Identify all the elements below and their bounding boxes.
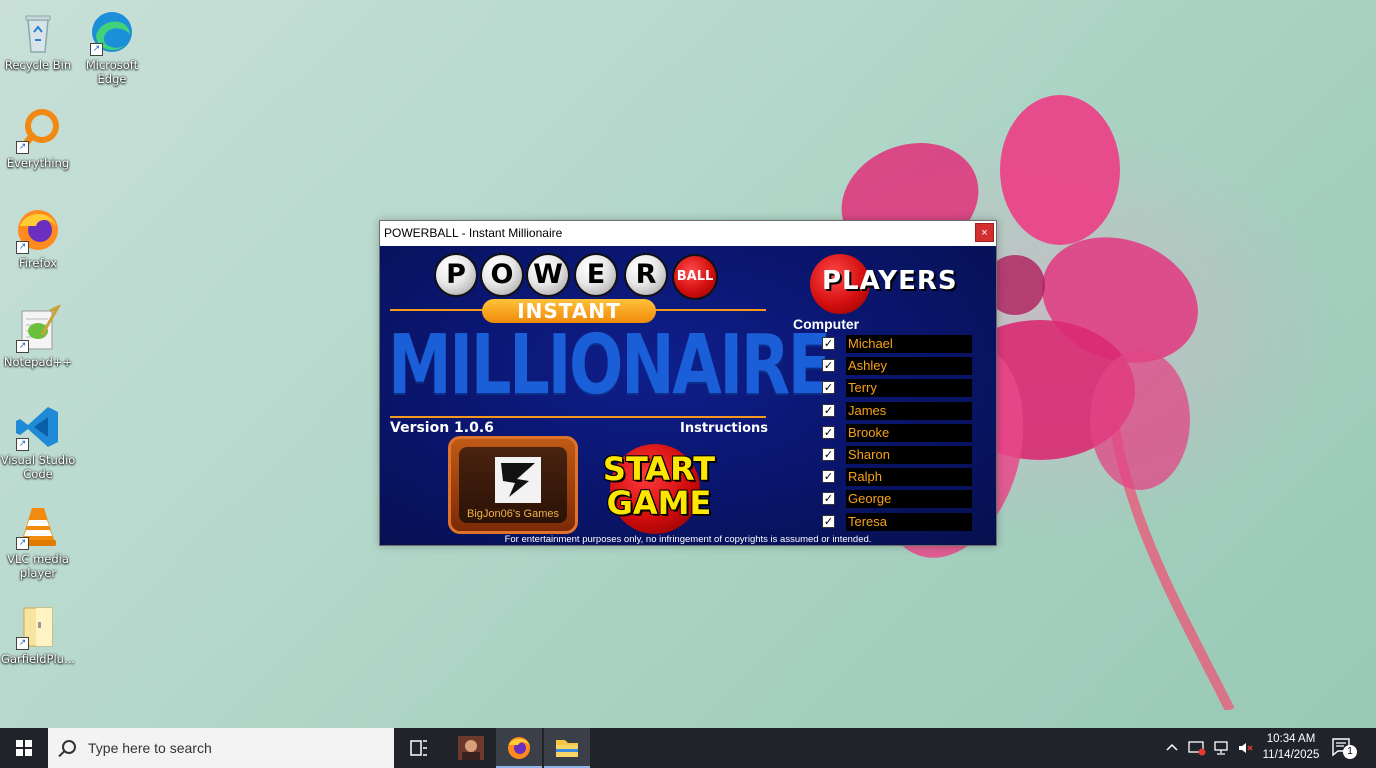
power-letter-ball: E <box>576 255 616 295</box>
taskbar: Type here to search 10:34 AM 11/14/2025 … <box>0 728 1376 768</box>
player-checkbox[interactable]: ✓ <box>822 515 835 528</box>
desktop-icon-vlc[interactable]: ↗ VLC media player <box>0 502 76 580</box>
notification-center-button[interactable]: 1 <box>1330 736 1360 760</box>
power-letter-ball: P <box>436 255 476 295</box>
player-name-field[interactable]: Terry <box>846 379 972 397</box>
player-row: ✓ Ashley <box>822 357 972 375</box>
firefox-icon: ↗ <box>14 206 62 254</box>
close-button[interactable]: × <box>975 223 994 242</box>
bigjon-logo-icon <box>495 457 541 503</box>
start-button[interactable] <box>0 728 48 768</box>
player-row: ✓ Teresa <box>822 513 972 531</box>
taskbar-search-input[interactable]: Type here to search <box>48 728 394 768</box>
player-name-field[interactable]: Brooke <box>846 424 972 442</box>
power-letter-ball: W <box>528 255 568 295</box>
taskbar-app-avatar[interactable] <box>448 728 494 768</box>
player-row: ✓ Ralph <box>822 468 972 486</box>
security-alert-icon <box>1188 741 1206 756</box>
desktop-icon-everything[interactable]: ↗ Everything <box>0 106 76 170</box>
power-letter-ball: O <box>482 255 522 295</box>
desktop-icon-vscode[interactable]: ↗ Visual Studio Code <box>0 403 76 481</box>
player-name-field[interactable]: Ralph <box>846 468 972 486</box>
search-icon <box>62 740 76 754</box>
edge-icon: ↗ <box>88 8 136 56</box>
chevron-up-icon <box>1166 743 1178 751</box>
notepad-plus-plus-icon: ↗ <box>14 303 62 353</box>
tray-security[interactable] <box>1188 740 1206 760</box>
desktop-icon-firefox[interactable]: ↗ Firefox <box>0 206 76 270</box>
player-row: ✓ George <box>822 490 972 508</box>
windows-logo-icon <box>16 740 32 756</box>
bigjon-games-logo[interactable]: BigJon06's Games <box>448 436 578 534</box>
network-icon <box>1214 741 1228 755</box>
window-title: POWERBALL - Instant Millionaire <box>384 226 563 240</box>
tray-volume[interactable] <box>1237 740 1255 760</box>
firefox-icon <box>508 737 530 759</box>
start-label: START <box>602 450 716 488</box>
player-row: ✓ Terry <box>822 379 972 397</box>
player-checkbox[interactable]: ✓ <box>822 359 835 372</box>
game-label: GAME <box>606 484 712 522</box>
player-checkbox[interactable]: ✓ <box>822 492 835 505</box>
vscode-icon: ↗ <box>14 403 62 451</box>
task-view-icon <box>410 740 427 756</box>
search-placeholder: Type here to search <box>88 740 212 756</box>
tray-clock[interactable]: 10:34 AM 11/14/2025 <box>1256 731 1326 763</box>
powerball-window: POWERBALL - Instant Millionaire × P O W … <box>379 220 997 546</box>
desktop-icon-edge[interactable]: ↗ Microsoft Edge <box>74 8 150 86</box>
player-checkbox[interactable]: ✓ <box>822 470 835 483</box>
player-name-field[interactable]: Sharon <box>846 446 972 464</box>
recycle-bin-icon <box>14 8 62 56</box>
player-checkbox[interactable]: ✓ <box>822 337 835 350</box>
game-panel: P O W E R BALL INSTANT MILLIONAIRE Versi… <box>380 246 996 545</box>
player-row: ✓ James <box>822 402 972 420</box>
disclaimer-text: For entertainment purposes only, no infr… <box>504 534 872 545</box>
tray-network[interactable] <box>1213 740 1231 760</box>
ball-label: BALL <box>674 256 716 298</box>
taskbar-file-explorer[interactable] <box>544 728 590 768</box>
player-row: ✓ Michael <box>822 335 972 353</box>
tray-overflow-chevron[interactable] <box>1164 740 1180 760</box>
logo-caption: BigJon06's Games <box>467 508 559 520</box>
computer-label: Computer <box>793 316 860 332</box>
desktop-icon-recycle-bin[interactable]: Recycle Bin <box>0 8 76 72</box>
player-checkbox[interactable]: ✓ <box>822 404 835 417</box>
app-thumbnail-icon <box>458 736 484 760</box>
instructions-link[interactable]: Instructions <box>680 421 768 436</box>
file-explorer-icon <box>556 740 578 757</box>
desktop-icon-garfield-folder[interactable]: ↗ GarfieldPlu... <box>0 602 76 666</box>
desktop-icon-notepadpp[interactable]: ↗ Notepad++ <box>0 303 76 369</box>
power-letter-ball: R <box>626 255 666 295</box>
volume-muted-icon <box>1239 743 1253 753</box>
millionaire-title: MILLIONAIRE <box>388 318 832 413</box>
folder-icon: ↗ <box>14 602 62 650</box>
window-titlebar[interactable]: POWERBALL - Instant Millionaire × <box>380 221 996 246</box>
clock-date: 11/14/2025 <box>1262 749 1320 761</box>
player-row: ✓ Sharon <box>822 446 972 464</box>
player-name-field[interactable]: James <box>846 402 972 420</box>
player-row: ✓ Brooke <box>822 424 972 442</box>
player-name-field[interactable]: Teresa <box>846 513 972 531</box>
player-checkbox[interactable]: ✓ <box>822 448 835 461</box>
start-game-button[interactable]: START GAME <box>584 452 734 520</box>
clock-time: 10:34 AM <box>1266 733 1316 745</box>
player-checkbox[interactable]: ✓ <box>822 426 835 439</box>
player-name-field[interactable]: George <box>846 490 972 508</box>
player-name-field[interactable]: Michael <box>846 335 972 353</box>
version-label: Version 1.0.6 <box>390 420 494 436</box>
vlc-icon: ↗ <box>14 502 62 550</box>
player-checkbox[interactable]: ✓ <box>822 381 835 394</box>
taskbar-firefox[interactable] <box>496 728 542 768</box>
player-name-field[interactable]: Ashley <box>846 357 972 375</box>
notification-badge: 1 <box>1343 745 1357 759</box>
task-view-button[interactable] <box>396 728 442 768</box>
players-title: PLAYERS <box>822 266 958 296</box>
everything-search-icon: ↗ <box>14 106 62 154</box>
divider <box>390 416 766 418</box>
